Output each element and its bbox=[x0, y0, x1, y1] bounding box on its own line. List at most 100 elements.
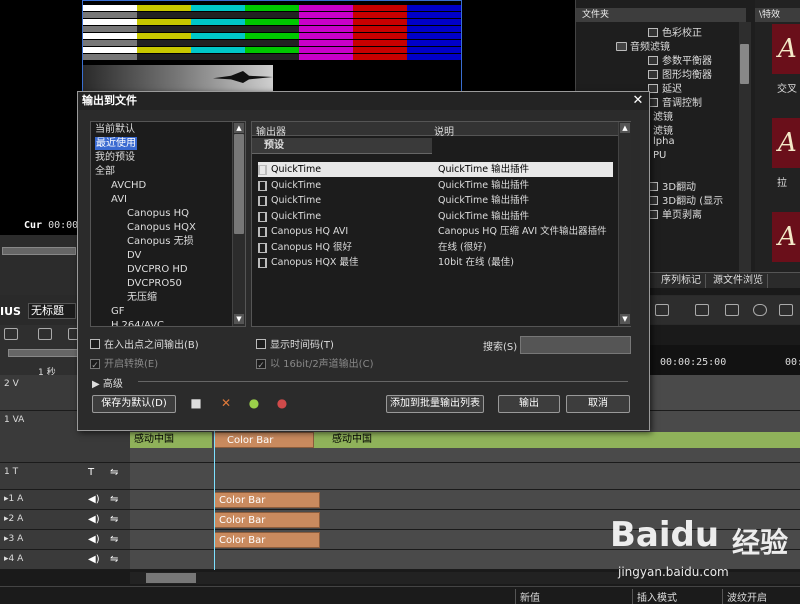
effects-tree-item[interactable]: 参数平衡器 bbox=[648, 52, 712, 67]
effects-tree-item[interactable]: 滤镜 bbox=[653, 108, 673, 123]
save-icon[interactable]: ■ bbox=[188, 395, 204, 411]
track-header[interactable]: ▸3 A ◀) ⇋ bbox=[0, 530, 130, 550]
category-item[interactable]: 我的预设 bbox=[95, 151, 135, 164]
playhead[interactable] bbox=[214, 430, 215, 570]
category-item[interactable]: DVCPRO HD bbox=[127, 263, 188, 276]
timeline-clip[interactable]: Color Bar bbox=[214, 532, 320, 548]
exporter-row[interactable]: QuickTime QuickTime 输出插件 bbox=[258, 193, 613, 208]
category-scrollbar[interactable]: ▲ ▼ bbox=[232, 122, 245, 326]
sync-lock-icon[interactable]: ⇋ bbox=[110, 494, 118, 505]
scroll-up-icon[interactable]: ▲ bbox=[234, 123, 244, 133]
timeline-scroll-thumb[interactable] bbox=[146, 573, 196, 583]
exporter-row[interactable]: Canopus HQ 很好 在线 (很好) bbox=[258, 240, 613, 255]
delete-icon[interactable]: ✕ bbox=[218, 395, 234, 411]
category-item[interactable]: Canopus HQX bbox=[127, 221, 196, 234]
exporter-row[interactable]: Canopus HQ AVI Canopus HQ 压缩 AVI 文件输出器插件 bbox=[258, 224, 613, 239]
cancel-button[interactable]: 取消 bbox=[566, 395, 630, 413]
export-preset-icon[interactable]: ● bbox=[274, 395, 290, 411]
checkbox-box[interactable] bbox=[90, 339, 100, 349]
exporter-row[interactable]: Canopus HQX 最佳 10bit 在线 (最佳) bbox=[258, 255, 613, 270]
tab-sequence-markers[interactable]: 序列标记 bbox=[657, 274, 706, 288]
effects-tree-item[interactable]: 滤镜 bbox=[653, 122, 673, 137]
project-name-field[interactable]: 无标题 bbox=[28, 303, 76, 319]
in-out-checkbox[interactable]: 在入出点之间输出(B) bbox=[90, 336, 199, 351]
effects-tree-item[interactable]: 图形均衡器 bbox=[648, 66, 712, 81]
transition-thumbnail[interactable]: A bbox=[772, 24, 800, 74]
category-item[interactable]: H.264/AVC bbox=[111, 319, 164, 326]
enable-convert-checkbox[interactable]: ✓ 开启转换(E) bbox=[90, 355, 158, 371]
effects-tree-item[interactable]: 单页剥离 bbox=[648, 206, 702, 221]
effects-tree-item[interactable]: 色彩校正 bbox=[648, 24, 702, 39]
track-header[interactable]: 1 T T ⇋ bbox=[0, 463, 130, 490]
color-wheel-icon[interactable] bbox=[753, 304, 767, 316]
category-item[interactable]: Canopus 无损 bbox=[127, 235, 194, 248]
checkbox-box[interactable] bbox=[256, 339, 266, 349]
close-icon[interactable]: ✕ bbox=[631, 93, 645, 109]
effects-tree-item[interactable]: 延迟 bbox=[648, 80, 682, 95]
transition-thumbnail[interactable]: A bbox=[772, 118, 800, 168]
speaker-icon[interactable]: ◀) bbox=[88, 514, 100, 525]
timeline-clip[interactable]: Color Bar bbox=[214, 432, 314, 448]
exporter-scrollbar[interactable]: ▲ ▼ bbox=[618, 122, 631, 326]
effects-scroll-thumb[interactable] bbox=[740, 44, 749, 84]
timeline-clip[interactable]: Color Bar bbox=[214, 492, 320, 508]
speaker-icon[interactable]: ◀) bbox=[88, 534, 100, 545]
import-preset-icon[interactable]: ● bbox=[246, 395, 262, 411]
advanced-toggle[interactable]: ▶ 高级 bbox=[92, 375, 123, 390]
track-header[interactable]: ▸1 A ◀) ⇋ bbox=[0, 490, 130, 510]
category-item[interactable]: AVI bbox=[111, 193, 127, 206]
track-header[interactable]: ▸2 A ◀) ⇋ bbox=[0, 510, 130, 530]
category-item[interactable]: 全部 bbox=[95, 165, 115, 178]
exporter-row[interactable]: QuickTime QuickTime 输出插件 bbox=[258, 209, 613, 224]
effects-tree-item[interactable]: lpha bbox=[653, 136, 675, 147]
preset-group-header[interactable]: 预设 bbox=[252, 138, 432, 154]
category-scroll-thumb[interactable] bbox=[234, 134, 244, 234]
checkbox-box[interactable]: ✓ bbox=[90, 359, 100, 371]
sync-lock-icon[interactable]: ⇋ bbox=[110, 534, 118, 545]
export-button[interactable]: 输出 bbox=[498, 395, 560, 413]
show-timecode-checkbox[interactable]: 显示时间码(T) bbox=[256, 336, 334, 351]
preview-scrollbar[interactable] bbox=[2, 247, 76, 255]
effects-tree-item[interactable]: 音频滤镜 bbox=[616, 38, 670, 53]
tab-source-browser[interactable]: 源文件浏览 bbox=[709, 274, 768, 288]
category-item[interactable]: DV bbox=[127, 249, 141, 262]
category-item[interactable]: 最近使用 bbox=[95, 137, 137, 150]
category-item[interactable]: 当前默认 bbox=[95, 123, 135, 136]
search-input[interactable] bbox=[520, 336, 631, 354]
mixer-icon[interactable] bbox=[725, 304, 739, 316]
scroll-up-icon[interactable]: ▲ bbox=[620, 123, 630, 133]
sync-lock-icon[interactable]: ⇋ bbox=[110, 554, 118, 565]
timeline-clip[interactable]: 感动中国 bbox=[130, 432, 212, 448]
sync-lock-icon[interactable]: ⇋ bbox=[110, 514, 118, 525]
track-lane[interactable] bbox=[130, 463, 800, 490]
timeline-clip[interactable]: 感动中国 bbox=[314, 432, 800, 448]
transition-thumbnail[interactable]: A bbox=[772, 212, 800, 262]
track-header[interactable]: ▸4 A ◀) ⇋ bbox=[0, 550, 130, 570]
effects-tree-item[interactable]: 音调控制 bbox=[648, 94, 702, 109]
sync-lock-icon[interactable]: ⇋ bbox=[110, 467, 118, 478]
output-16bit-checkbox[interactable]: ✓ 以 16bit/2声道输出(C) bbox=[256, 355, 373, 371]
add-to-batch-button[interactable]: 添加到批量输出列表 bbox=[386, 395, 484, 413]
timeline-clip[interactable]: Color Bar bbox=[214, 512, 320, 528]
checkbox-box[interactable]: ✓ bbox=[256, 359, 266, 371]
grid-icon[interactable] bbox=[695, 304, 709, 316]
scroll-down-icon[interactable]: ▼ bbox=[620, 314, 630, 324]
category-item[interactable]: Canopus HQ bbox=[127, 207, 189, 220]
title-track-icon[interactable]: T bbox=[88, 467, 94, 478]
category-item[interactable]: GF bbox=[111, 305, 125, 318]
effects-tree-item[interactable]: 3D翻动 bbox=[648, 178, 696, 193]
exporter-row[interactable]: QuickTime QuickTime 输出插件 bbox=[258, 178, 613, 193]
speaker-icon[interactable]: ◀) bbox=[88, 554, 100, 565]
category-item[interactable]: AVCHD bbox=[111, 179, 146, 192]
column-exporter[interactable]: 输出器 bbox=[256, 123, 286, 138]
exporter-row[interactable]: QuickTime QuickTime 输出插件 bbox=[258, 162, 613, 177]
scroll-down-icon[interactable]: ▼ bbox=[234, 314, 244, 324]
clip-icon[interactable] bbox=[4, 328, 18, 340]
link-icon[interactable] bbox=[38, 328, 52, 340]
category-item[interactable]: DVCPRO50 bbox=[127, 277, 182, 290]
column-description[interactable]: 说明 bbox=[434, 123, 454, 138]
category-item[interactable]: 无压缩 bbox=[127, 291, 157, 304]
effects-tree-item[interactable]: PU bbox=[653, 150, 666, 161]
layout-icon[interactable] bbox=[655, 304, 669, 316]
save-default-button[interactable]: 保存为默认(D) bbox=[92, 395, 176, 413]
